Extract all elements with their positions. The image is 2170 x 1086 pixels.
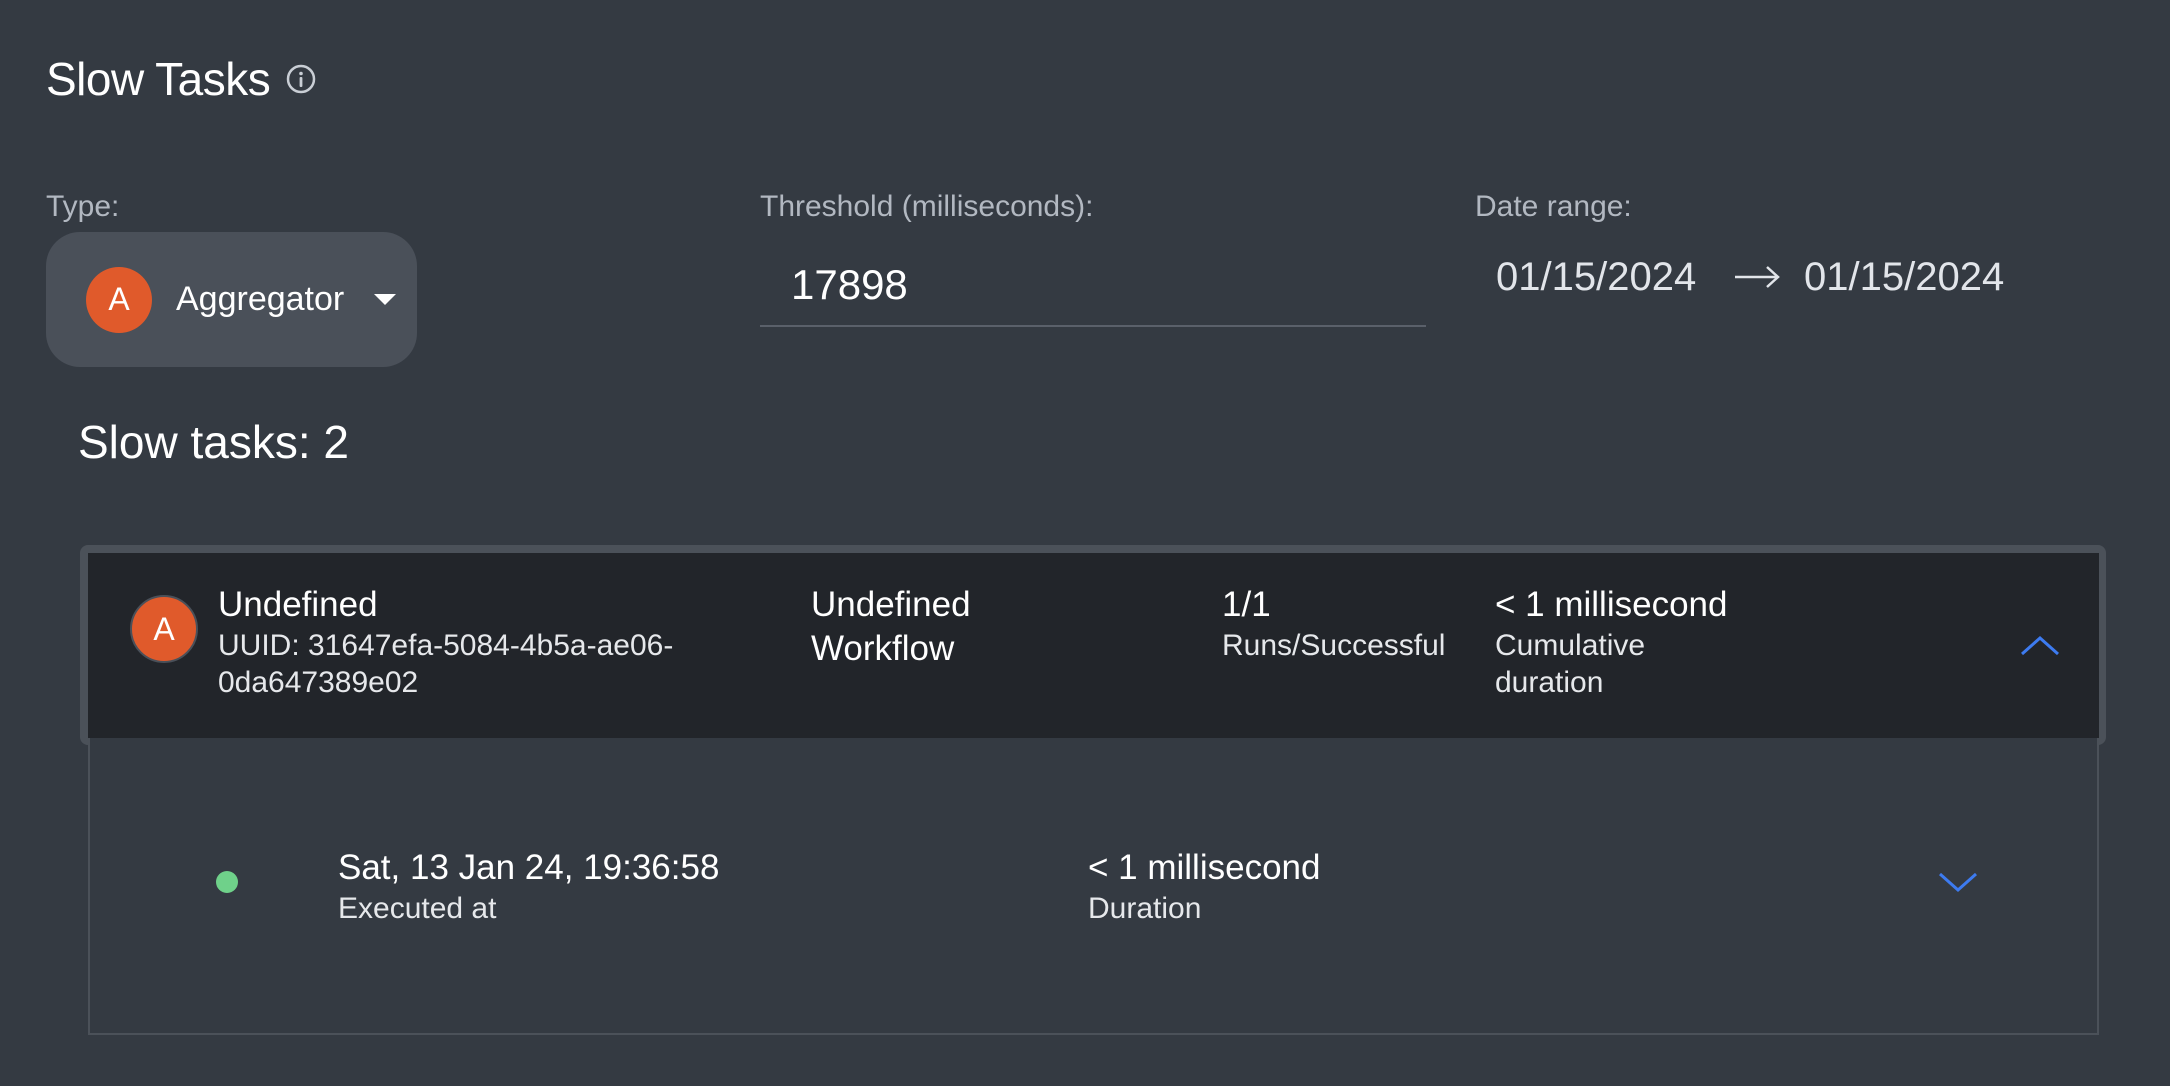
task-runs-value: 1/1: [1222, 585, 1271, 624]
run-duration-label: Duration: [1088, 891, 1202, 925]
type-avatar: A: [86, 266, 152, 333]
threshold-input[interactable]: [760, 245, 1426, 327]
type-select[interactable]: A Aggregator: [46, 232, 417, 367]
page-title: Slow Tasks: [46, 53, 271, 105]
task-workflow-block: Undefined Workflow: [811, 583, 971, 671]
task-workflow-line1: Undefined: [811, 585, 971, 624]
task-uuid: UUID: 31647efa-5084-4b5a-ae06-0da647389e…: [218, 628, 674, 700]
status-dot-success: [216, 871, 238, 893]
task-header[interactable]: A Undefined UUID: 31647efa-5084-4b5a-ae0…: [88, 553, 2099, 738]
date-range-label: Date range:: [1475, 190, 1632, 223]
task-runs-block: 1/1 Runs/Successful: [1222, 583, 1445, 664]
threshold-label: Threshold (milliseconds):: [760, 190, 1094, 223]
info-icon[interactable]: [284, 62, 318, 96]
type-select-value: Aggregator: [176, 280, 345, 318]
task-cumulative-block: < 1 millisecond Cumulative duration: [1495, 583, 1735, 702]
task-workflow-line2: Workflow: [811, 628, 955, 668]
task-name-block: Undefined UUID: 31647efa-5084-4b5a-ae06-…: [218, 583, 678, 702]
run-executed-at: Sat, 13 Jan 24, 19:36:58: [338, 848, 720, 887]
task-run-panel: Sat, 13 Jan 24, 19:36:58 Executed at < 1…: [88, 738, 2099, 1035]
slow-tasks-count: Slow tasks: 2: [78, 416, 349, 468]
task-name: Undefined: [218, 585, 378, 624]
type-label: Type:: [46, 190, 120, 223]
chevron-down-icon[interactable]: [1934, 868, 1982, 898]
caret-down-icon: [374, 294, 397, 305]
run-duration: < 1 millisecond: [1088, 848, 1321, 887]
arrow-right-icon: [1733, 262, 1781, 297]
task-cumulative-value: < 1 millisecond: [1495, 585, 1728, 624]
task-runs-label: Runs/Successful: [1222, 628, 1446, 662]
chevron-up-icon[interactable]: [2016, 630, 2064, 660]
run-executed-label: Executed at: [338, 891, 497, 925]
date-start-input[interactable]: 01/15/2024: [1496, 255, 1696, 300]
run-duration-block: < 1 millisecond Duration: [1088, 846, 1320, 927]
task-avatar: A: [130, 595, 198, 663]
page-header: Slow Tasks: [46, 52, 318, 106]
task-cumulative-label: Cumulative duration: [1495, 628, 1646, 700]
date-end-input[interactable]: 01/15/2024: [1804, 255, 2004, 300]
run-executed-block: Sat, 13 Jan 24, 19:36:58 Executed at: [338, 846, 719, 927]
